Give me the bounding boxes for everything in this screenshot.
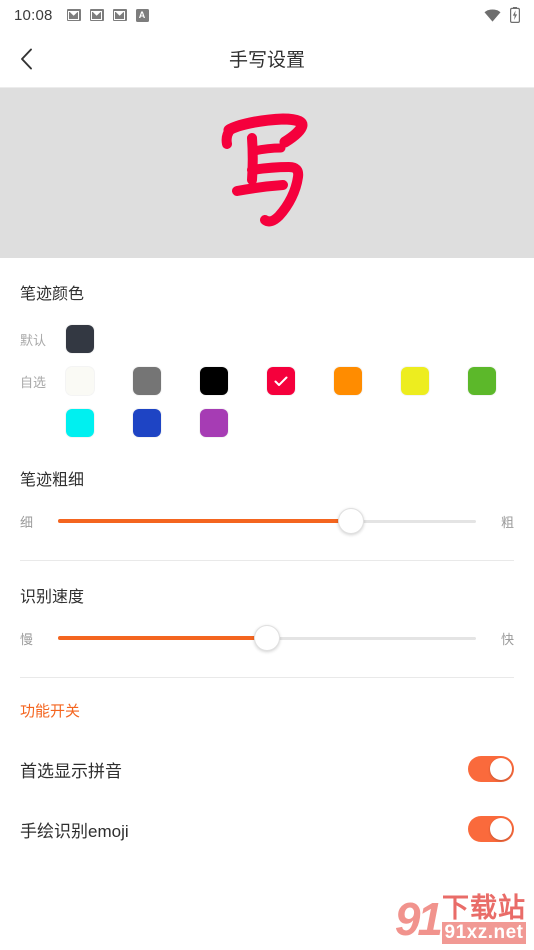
mail-icon-3: [112, 9, 127, 21]
ink-color-custom-label: 自选: [20, 374, 47, 390]
switch-emoji-recognition[interactable]: [468, 816, 514, 842]
watermark-text-group: 下载站 91xz.net: [442, 892, 526, 944]
swatch-blue[interactable]: [133, 409, 161, 437]
stroke-width-title: 笔迹粗细: [20, 472, 85, 489]
feature-switches-title: 功能开关: [20, 703, 81, 720]
swatch-white[interactable]: [66, 367, 94, 395]
switch-show-pinyin[interactable]: [468, 756, 514, 782]
site-watermark: 91 下载站 91xz.net: [394, 892, 526, 945]
battery-charging-icon: [510, 7, 520, 23]
default-swatch-strip: [66, 325, 94, 353]
recognition-speed-max-label: 快: [500, 631, 514, 647]
swatch-default-charcoal[interactable]: [66, 325, 94, 353]
status-left-icons: A: [66, 8, 149, 22]
wifi-icon: [484, 9, 501, 22]
watermark-logo: 91: [394, 892, 443, 945]
swatch-cyan[interactable]: [66, 409, 94, 437]
watermark-site-name: 下载站: [442, 892, 526, 923]
stroke-width-section: 笔迹粗细 细 粗: [0, 444, 534, 560]
stroke-width-gap: [20, 538, 514, 560]
feature-switches-section: 功能开关 首选显示拼音 手绘识别emoji: [0, 678, 534, 859]
handwritten-character-xie: [221, 113, 308, 227]
chevron-left-icon: [20, 48, 32, 69]
custom-swatch-strip-row1: [66, 367, 496, 395]
swatch-yellow[interactable]: [401, 367, 429, 395]
handwriting-preview-canvas[interactable]: [0, 88, 534, 258]
stroke-width-max-label: 粗: [500, 514, 514, 530]
recognition-speed-track-fill: [58, 636, 267, 640]
stroke-width-track-fill: [58, 519, 351, 523]
recognition-speed-slider[interactable]: [58, 621, 476, 655]
ink-color-section: 笔迹颜色 默认 自选: [0, 258, 534, 444]
stroke-width-min-label: 细: [20, 514, 34, 530]
watermark-site-url: 91xz.net: [442, 922, 526, 944]
stroke-width-thumb[interactable]: [337, 508, 364, 534]
phone-screen: 10:08 A 手写设置 笔迹颜色 默认 自选 笔迹粗细 细 粗 识别速度 慢 …: [0, 0, 534, 950]
check-icon: [274, 376, 288, 386]
swatch-black[interactable]: [200, 367, 228, 395]
ink-color-default-row: 默认: [20, 318, 514, 360]
status-bar: 10:08 A: [0, 0, 534, 30]
title-bar: 手写设置: [0, 30, 534, 88]
status-time: 10:08: [14, 6, 53, 24]
custom-swatch-strip-row2: [66, 409, 228, 437]
swatch-gray[interactable]: [133, 367, 161, 395]
recognition-speed-section: 识别速度 慢 快: [0, 561, 534, 677]
swatch-crimson[interactable]: [267, 367, 295, 395]
switch-knob: [490, 758, 512, 780]
stroke-width-slider-row: 细 粗: [20, 504, 514, 538]
app-badge-icon: A: [135, 8, 149, 22]
mail-icon-2: [89, 9, 104, 21]
status-right-icons: [484, 7, 520, 23]
mail-icon-1: [66, 9, 81, 21]
recognition-speed-min-label: 慢: [20, 631, 34, 647]
ink-color-custom-row-1: 自选: [20, 360, 514, 402]
recognition-speed-slider-row: 慢 快: [20, 621, 514, 655]
ink-color-custom-row-2: [20, 402, 514, 444]
switch-emoji-recognition-label: 手绘识别emoji: [20, 821, 129, 841]
recognition-speed-thumb[interactable]: [254, 625, 280, 651]
stroke-width-slider[interactable]: [58, 504, 476, 538]
switch-show-pinyin-label: 首选显示拼音: [20, 761, 122, 781]
switch-row-emoji-recognition: 手绘识别emoji: [20, 799, 514, 859]
swatch-green[interactable]: [468, 367, 496, 395]
switch-row-show-pinyin: 首选显示拼音: [20, 739, 514, 799]
swatch-orange[interactable]: [334, 367, 362, 395]
page-title: 手写设置: [228, 50, 305, 71]
ink-color-default-label: 默认: [20, 332, 47, 348]
recognition-speed-gap: [20, 655, 514, 677]
switch-knob: [490, 818, 512, 840]
swatch-purple[interactable]: [200, 409, 228, 437]
recognition-speed-title: 识别速度: [20, 589, 85, 606]
ink-color-title: 笔迹颜色: [20, 286, 85, 303]
back-button[interactable]: [0, 30, 52, 88]
